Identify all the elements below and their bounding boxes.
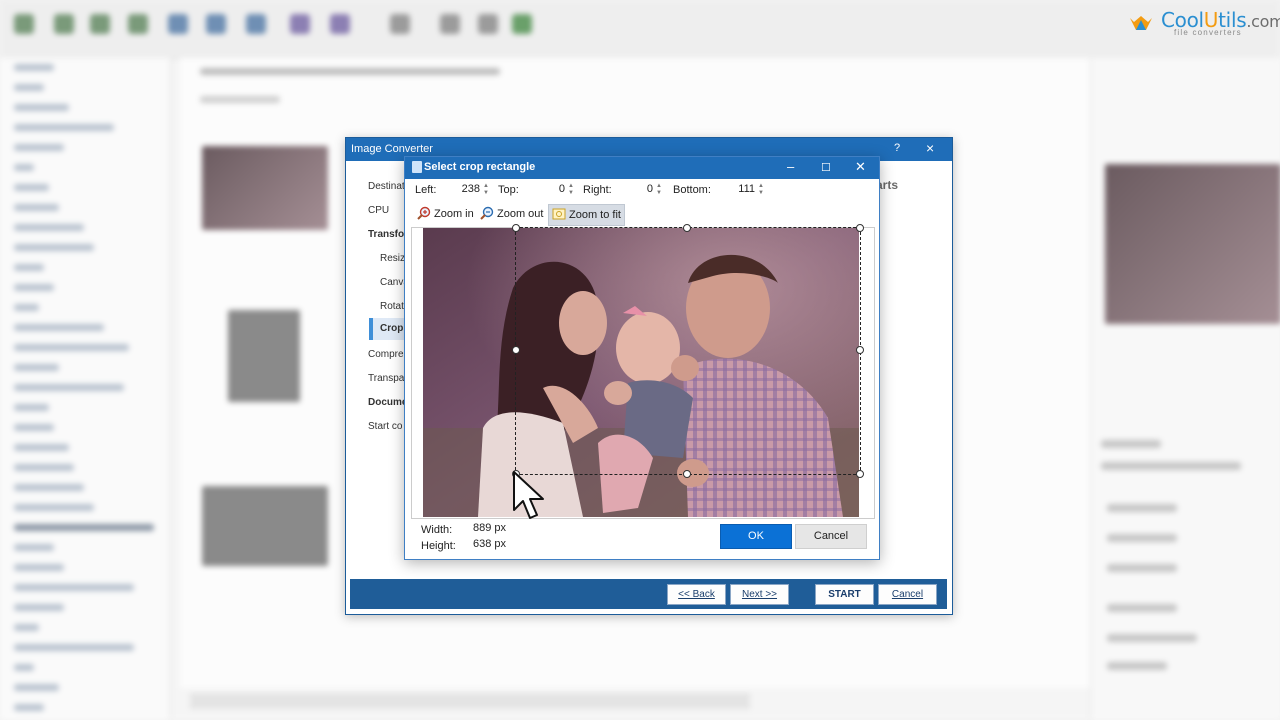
start-button[interactable]: START — [815, 584, 874, 605]
bg-toolbar-icon — [390, 14, 410, 34]
mouse-pointer-icon — [513, 471, 544, 519]
bg-toolbar-icon — [440, 14, 460, 34]
resize-handle[interactable] — [683, 470, 691, 478]
bg-toolbar-icon — [512, 14, 532, 34]
logo-icon — [1130, 16, 1152, 30]
cancel-button[interactable]: Cancel — [795, 524, 867, 549]
bg-toolbar-icon — [206, 14, 226, 34]
help-icon[interactable]: ? — [894, 142, 900, 154]
bg-toolbar-icon — [90, 14, 110, 34]
nav-item-compression[interactable]: Compres — [368, 349, 409, 360]
height-value: 638 px — [473, 538, 507, 550]
right-label: Right: — [583, 184, 612, 196]
document-icon — [412, 161, 422, 173]
background-properties-panel — [1090, 58, 1280, 720]
bg-toolbar-icon — [54, 14, 74, 34]
maximize-icon[interactable]: ☐ — [821, 161, 831, 174]
coolutils-logo: CoolUtils.com file converters — [1128, 8, 1280, 38]
bottom-label: Bottom: — [673, 184, 711, 196]
nav-item-start-conversion[interactable]: Start co — [368, 421, 402, 432]
back-button[interactable]: << Back — [667, 584, 726, 605]
spinner-arrows-icon[interactable]: ▲ ▼ — [482, 183, 490, 197]
spinner-arrows-icon[interactable]: ▲ ▼ — [757, 183, 765, 197]
zoom-out-button[interactable]: Zoom out — [477, 204, 546, 224]
height-label: Height: — [421, 540, 456, 552]
bg-toolbar-icon — [246, 14, 266, 34]
width-value: 889 px — [473, 522, 507, 534]
zoom-to-fit-icon — [552, 208, 566, 220]
nav-item-destination[interactable]: Destinati — [368, 181, 407, 192]
nav-item-transform[interactable]: Transfo — [368, 229, 404, 240]
bg-toolbar-icon — [168, 14, 188, 34]
resize-handle[interactable] — [683, 224, 691, 232]
background-folder-tree — [0, 58, 171, 720]
crop-selection-rectangle[interactable] — [515, 227, 861, 475]
right-spinner[interactable]: 0 ▲ ▼ — [627, 183, 663, 199]
spinner-arrows-icon[interactable]: ▲ ▼ — [567, 183, 575, 197]
spinner-arrows-icon[interactable]: ▲ ▼ — [655, 183, 663, 197]
bg-toolbar-icon — [14, 14, 34, 34]
width-label: Width: — [421, 524, 453, 536]
wizard-close-icon[interactable]: × — [926, 140, 934, 156]
resize-handle[interactable] — [856, 224, 864, 232]
zoom-in-icon — [417, 206, 431, 220]
left-label: Left: — [415, 184, 437, 196]
wizard-step-nav: Destinati CPU Transfo Resize Canva Rotat… — [346, 161, 418, 581]
resize-handle[interactable] — [856, 470, 864, 478]
nav-item-document[interactable]: Docume — [368, 397, 407, 408]
zoom-to-fit-button[interactable]: Zoom to fit — [548, 204, 625, 226]
close-icon[interactable]: ✕ — [855, 159, 866, 175]
bg-toolbar-icon — [128, 14, 148, 34]
crop-title: Select crop rectangle — [424, 161, 536, 173]
background-toolbar — [0, 0, 1280, 59]
bottom-spinner[interactable]: 111 ▲ ▼ — [723, 183, 765, 199]
wizard-title: Image Converter — [351, 143, 433, 155]
wizard-cancel-button[interactable]: Cancel — [878, 584, 937, 605]
resize-handle[interactable] — [512, 224, 520, 232]
zoom-out-icon — [480, 206, 494, 220]
resize-handle[interactable] — [856, 346, 864, 354]
crop-titlebar: Select crop rectangle – ☐ ✕ — [405, 157, 879, 179]
crop-rectangle-dialog: Select crop rectangle – ☐ ✕ Left: 238 ▲ ▼ … — [404, 156, 880, 560]
resize-handle[interactable] — [512, 346, 520, 354]
zoom-in-button[interactable]: Zoom in — [414, 204, 477, 224]
ok-button[interactable]: OK — [720, 524, 792, 549]
next-button[interactable]: Next >> — [730, 584, 789, 605]
top-spinner[interactable]: 0 ▲ ▼ — [535, 183, 575, 199]
minimize-icon[interactable]: – — [787, 159, 794, 174]
bg-toolbar-icon — [290, 14, 310, 34]
nav-item-transparency[interactable]: Transpa — [368, 373, 404, 384]
logo-tagline: file converters — [1174, 28, 1242, 37]
bg-toolbar-icon — [330, 14, 350, 34]
left-spinner[interactable]: 238 ▲ ▼ — [453, 183, 490, 199]
top-label: Top: — [498, 184, 519, 196]
background-status-bar — [190, 693, 750, 709]
bg-toolbar-icon — [478, 14, 498, 34]
nav-item-cpu[interactable]: CPU — [368, 205, 389, 216]
